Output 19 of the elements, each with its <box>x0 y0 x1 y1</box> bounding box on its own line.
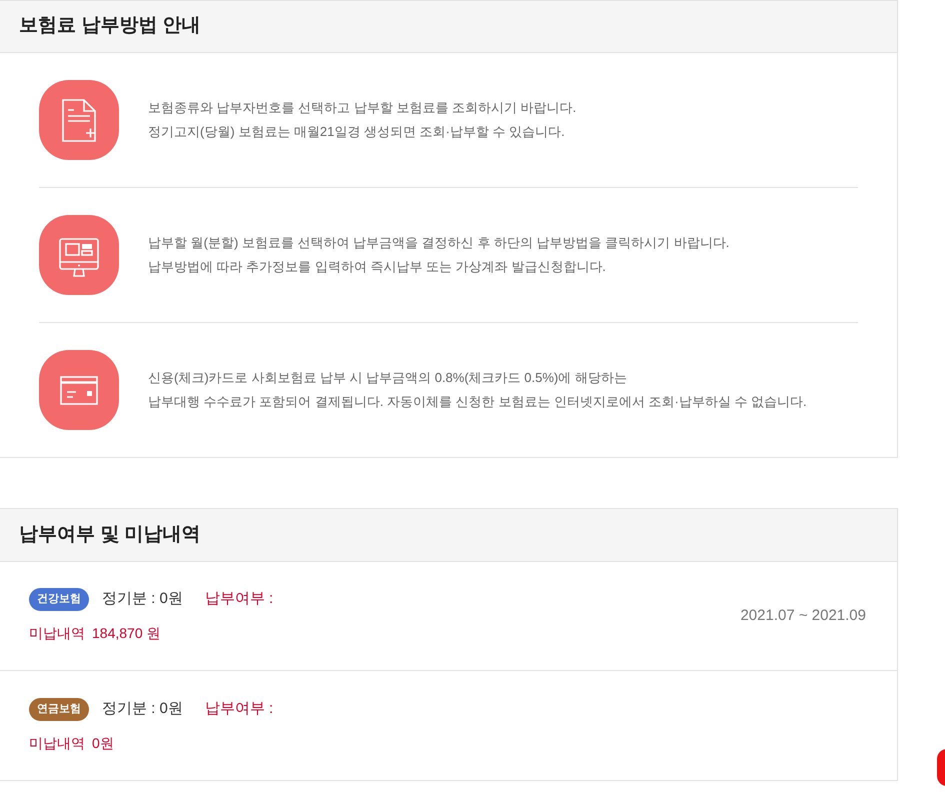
insurance-type-badge: 연금보험 <box>29 698 89 720</box>
payment-status-label: 납부여부 : <box>204 589 274 610</box>
unpaid-amount: 0원 <box>92 734 114 752</box>
panel-title: 보험료 납부방법 안내 <box>19 14 201 38</box>
monitor-icon <box>39 215 119 295</box>
insurance-type-badge: 건강보험 <box>29 588 89 611</box>
payment-status-label: 납부여부 : <box>204 698 274 719</box>
step-description: 보험종류와 납부자번호를 선택하고 납부할 보험료를 조회하시기 바랍니다. 정기고지(당월) 보험료는 매월21일경 생성되면 조회·납부할 수 있습니다. <box>148 99 576 141</box>
unpaid-amount: 184,870 원 <box>92 624 160 643</box>
unpaid-label: 미납내역 <box>29 624 85 643</box>
regular-amount: 정기분 : 0원 <box>102 589 183 610</box>
unpaid-label: 미납내역 <box>29 734 85 752</box>
step-description: 신용(체크)카드로 사회보험료 납부 시 납부금액의 0.8%(체크카드 0.5%)에 해당하는 납부대행 수수료가 포함되어 결제됩니다. 자동이체를 신청한 보험료는 인터넷지로에서 조회·납부하실 수 없습니다. <box>148 369 807 411</box>
panel-title: 납부여부 및 미납내역 <box>19 522 201 547</box>
document-icon <box>39 80 119 160</box>
billing-period: 2021.07 ~ 2021.09 <box>740 606 866 626</box>
step-description: 납부할 월(분할) 보험료를 선택하여 납부금액을 결정하신 후 하단의 납부방법을 클릭하시기 바랍니다. 납부방법에 따라 추가정보를 입력하여 즉시납부 또는 가상계좌 발급신청합니다. <box>148 234 730 276</box>
regular-amount: 정기분 : 0원 <box>102 698 183 719</box>
credit-card-icon <box>39 350 119 430</box>
